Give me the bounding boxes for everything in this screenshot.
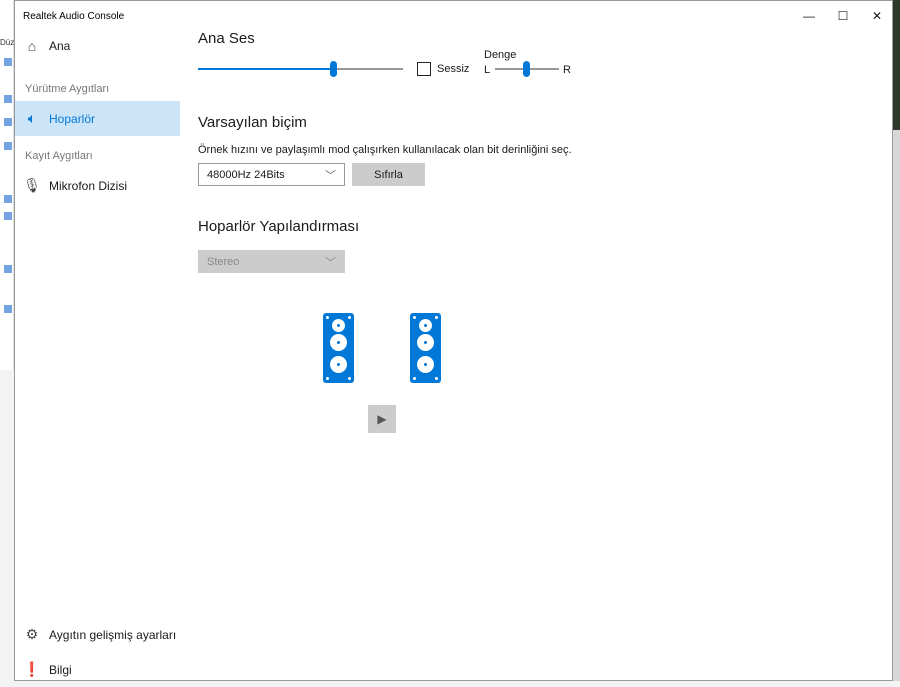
speaker-config-title: Hoparlör Yapılandırması [198, 218, 360, 235]
mute-label: Sessiz [437, 63, 470, 75]
home-icon: ⌂ [27, 37, 37, 54]
mute-checkbox[interactable] [417, 62, 431, 76]
format-dropdown-value: 48000Hz 24Bits [207, 169, 285, 181]
balance-slider[interactable] [495, 61, 559, 77]
sidebar-item-home[interactable]: ⌂ Ana [15, 28, 180, 63]
balance-right-label: R [563, 64, 571, 76]
main-volume-title: Ana Ses [198, 30, 255, 47]
speaker-icon: 🔈︎ [27, 110, 37, 126]
background-explorer: Düz [0, 0, 14, 370]
title-bar: Realtek Audio Console — ☐ ✕ [15, 1, 892, 31]
right-speaker-icon[interactable] [410, 313, 441, 383]
music-icon [4, 195, 12, 203]
window-title: Realtek Audio Console [23, 11, 125, 22]
maximize-button[interactable]: ☐ [826, 1, 860, 31]
minimize-button[interactable]: — [792, 1, 826, 31]
balance-left-label: L [484, 64, 491, 76]
microphone-icon: 🎙︎ [23, 177, 41, 193]
reset-button[interactable]: Sıfırla [352, 163, 425, 186]
sidebar-item-advanced-settings[interactable]: ⚙ Aygıtın gelişmiş ayarları [15, 617, 180, 652]
file-icon [4, 265, 12, 273]
app-window: Realtek Audio Console — ☐ ✕ ⌂ Ana Yürütm… [14, 0, 893, 681]
file-icon [4, 95, 12, 103]
background-desktop [893, 0, 900, 681]
section-playback-devices: Yürütme Aygıtları [25, 83, 110, 95]
balance-label: Denge [484, 49, 517, 61]
sidebar-item-label: Mikrofon Dizisi [49, 178, 128, 193]
explorer-label: Düz [0, 38, 15, 47]
volume-slider[interactable] [198, 61, 403, 77]
folder-icon [4, 212, 12, 220]
sidebar-item-microphone[interactable]: 🎙︎ Mikrofon Dizisi [15, 168, 180, 203]
left-speaker-icon[interactable] [323, 313, 354, 383]
default-format-title: Varsayılan biçim [198, 114, 307, 131]
sidebar-item-label: Hoparlör [49, 111, 96, 126]
sidebar: ⌂ Ana Yürütme Aygıtları 🔈︎ Hoparlör Kayı… [15, 31, 180, 680]
file-icon [4, 58, 12, 66]
chevron-down-icon: ﹀ [325, 257, 336, 269]
sidebar-item-label: Ana [49, 38, 71, 53]
sidebar-item-label: Aygıtın gelişmiş ayarları [49, 627, 177, 642]
gear-icon: ⚙ [25, 626, 39, 642]
close-button[interactable]: ✕ [860, 1, 894, 31]
chevron-down-icon: ﹀ [325, 170, 336, 182]
section-recording-devices: Kayıt Aygıtları [25, 150, 93, 162]
play-test-button[interactable]: ▶ [368, 405, 396, 433]
default-format-description: Örnek hızını ve paylaşımlı mod çalışırke… [198, 144, 572, 156]
sidebar-item-speaker[interactable]: 🔈︎ Hoparlör [15, 101, 180, 136]
network-icon [4, 305, 12, 313]
info-icon: ❗ [23, 661, 41, 677]
speaker-config-dropdown[interactable]: Stereo ﹀ [198, 250, 345, 273]
pc-icon [4, 142, 12, 150]
format-dropdown[interactable]: 48000Hz 24Bits ﹀ [198, 163, 345, 186]
cloud-icon [4, 118, 12, 126]
speaker-config-value: Stereo [207, 256, 240, 268]
sidebar-item-info[interactable]: ❗ Bilgi [15, 652, 180, 687]
sidebar-item-label: Bilgi [49, 662, 72, 677]
